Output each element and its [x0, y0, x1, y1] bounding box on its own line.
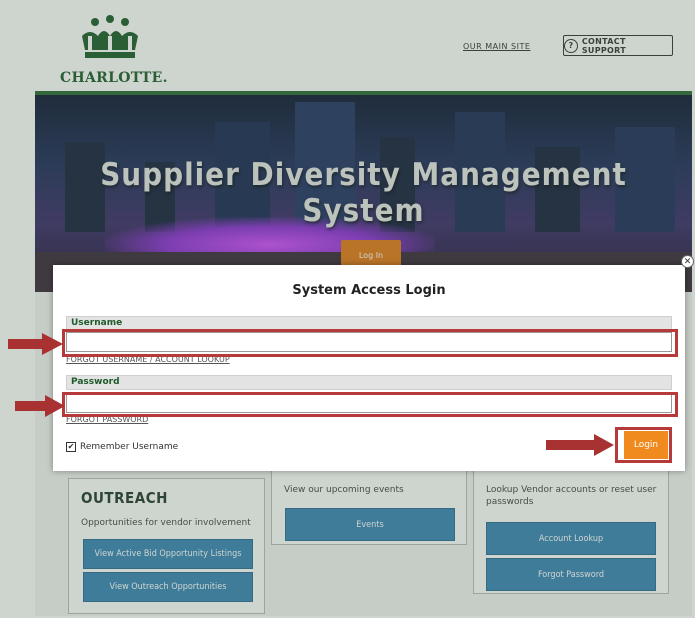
modal-title: System Access Login [292, 283, 446, 298]
password-label: Password [66, 375, 672, 390]
remember-label: Remember Username [80, 442, 179, 452]
arrow-right-icon [8, 333, 63, 355]
close-icon[interactable]: ✕ [681, 255, 694, 268]
password-highlight [62, 392, 678, 417]
arrow-right-icon [546, 434, 614, 456]
arrow-right-icon [15, 395, 65, 417]
username-highlight [62, 329, 678, 357]
remember-username[interactable]: ✔ Remember Username [66, 442, 178, 452]
remember-checkbox[interactable]: ✔ [66, 442, 76, 452]
login-highlight [615, 427, 672, 463]
